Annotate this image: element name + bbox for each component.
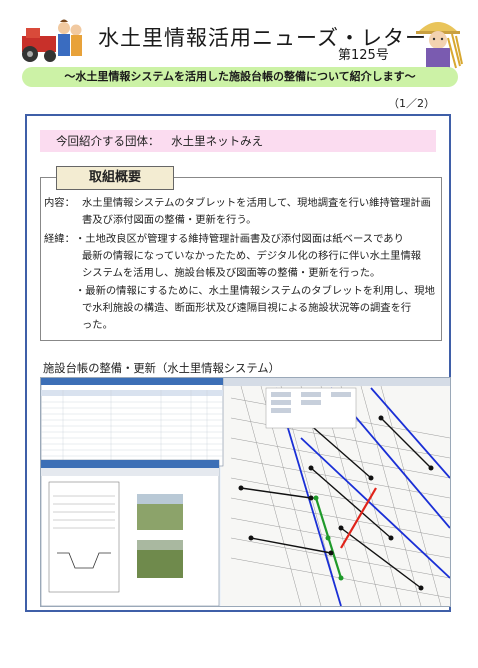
page-indicator: （1／2） [388,97,435,110]
background-label: 経緯： [44,233,75,245]
headline-banner: ～水土里情報システムを活用した施設台帳の整備について紹介します～ [22,67,458,87]
content-line: 書及び添付図面の整備・更新を行う。 [82,214,257,226]
summary-heading: 取組概要 [56,166,174,190]
farmer-tractor-illustration [22,19,82,62]
background-line: 最新の情報になっていなかったため、デジタル化の移行に伴い水土里情報 [82,250,422,262]
background-line: ・土地改良区が管理する維持管理計画書及び添付図面は紙ベースであり [75,233,404,245]
figure-caption: 施設台帳の整備・更新（水土里情報システム） [43,362,280,375]
organization-name: 水土里ネットみえ [171,134,264,148]
organization-label: 今回紹介する団体： [56,134,160,148]
background-line: システムを活用し、施設台帳及び図面等の整備・更新を行った。 [82,267,381,279]
background-line: で水利施設の構造、断面形状及び遠隔目視による施設状況等の調査を行 [82,302,412,314]
gis-map-screenshot [41,378,450,606]
background-line: った。 [82,319,113,331]
system-screenshot-figure [40,377,451,607]
background-line: ・最新の情報にするために、水土里情報システムのタブレットを利用し、現地 [75,285,435,297]
organization-banner: 今回紹介する団体： 水土里ネットみえ [40,130,436,152]
content-line: 水土里情報システムのタブレットを活用して、現地調査を行い維持管理計画 [82,197,431,209]
issue-number: 第125号 [338,48,389,63]
content-label: 内容： [44,197,75,209]
